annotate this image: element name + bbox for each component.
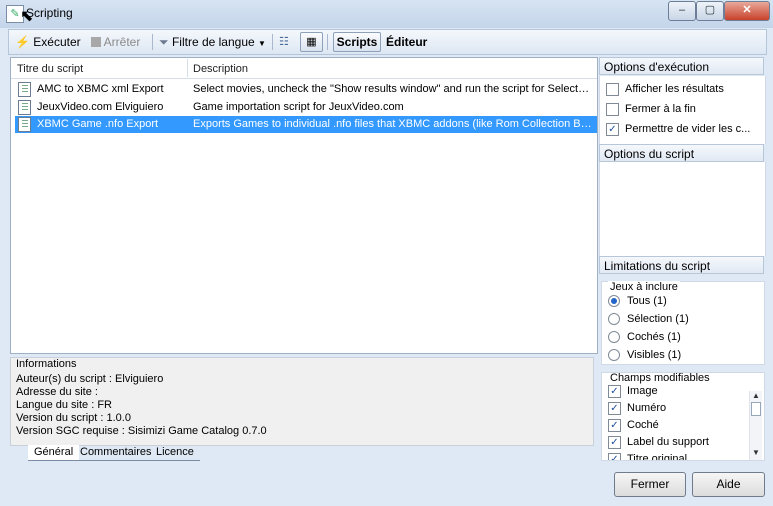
check-icon: ✓ — [608, 402, 621, 415]
script-description: Exports Games to individual .nfo files t… — [193, 118, 593, 130]
script-title: XBMC Game .nfo Export — [37, 118, 159, 130]
script-title: AMC to XBMC xml Export — [37, 83, 164, 95]
lightning-icon: ⚡ — [15, 35, 30, 49]
stop-label: Arrêter — [103, 35, 141, 49]
mouse-cursor-icon: ⬉ — [20, 8, 34, 25]
radio-button — [608, 349, 620, 361]
exec-options-header[interactable]: Options d'exécution — [599, 57, 764, 75]
script-title: JeuxVideo.com Elviguiero — [37, 101, 164, 113]
info-author: Auteur(s) du script : Elviguiero — [16, 373, 164, 385]
table-row[interactable]: JeuxVideo.com Elviguiero Game importatio… — [15, 99, 597, 116]
script-options-panel — [599, 162, 766, 256]
script-file-icon — [18, 100, 31, 115]
field-label: Image — [627, 385, 658, 397]
info-version: Version du script : 1.0.0 — [16, 412, 131, 424]
info-sgc-version: Version SGC requise : Sisimizi Game Cata… — [16, 425, 267, 437]
radio-label: Cochés (1) — [627, 331, 681, 343]
column-header-title[interactable]: Titre du script — [11, 58, 187, 78]
language-filter-dropdown[interactable]: ⏷ Filtre de langue ▼ — [159, 34, 266, 50]
script-description: Game importation script for JeuxVideo.co… — [193, 101, 404, 113]
info-panel: Informations Auteur(s) du script : Elvig… — [10, 357, 594, 446]
info-language: Langue du site : FR — [16, 399, 113, 411]
tab-scripts[interactable]: Scripts — [333, 32, 381, 52]
script-options-header[interactable]: Options du script — [599, 144, 764, 162]
check-icon: ✓ — [608, 419, 621, 432]
check-icon: ✓ — [608, 385, 621, 398]
toolbar-separator — [152, 34, 153, 50]
script-list[interactable]: Titre du script Description AMC to XBMC … — [10, 57, 598, 354]
tab-license[interactable]: Licence — [150, 445, 200, 461]
scroll-down-icon[interactable]: ▼ — [750, 448, 762, 458]
radio-label: Visibles (1) — [627, 349, 682, 361]
scrollbar-thumb[interactable] — [751, 402, 761, 416]
tab-editor[interactable]: Éditeur — [386, 34, 427, 50]
toolbar-separator — [272, 34, 273, 50]
checkbox-box — [606, 83, 619, 96]
field-label: Coché — [627, 419, 659, 431]
check-icon: ✓ — [606, 123, 619, 136]
tab-general[interactable]: Général — [28, 445, 80, 461]
checkbox-box — [606, 103, 619, 116]
close-button[interactable]: Fermer — [614, 472, 686, 497]
check-icon: ✓ — [608, 436, 621, 449]
minimize-button[interactable]: – — [668, 1, 696, 21]
field-label: Titre original — [627, 453, 688, 461]
details-view-icon[interactable]: ▦ — [300, 32, 323, 52]
toolbar-separator — [327, 34, 328, 50]
filter-icon: ⏷ — [159, 35, 169, 49]
table-row[interactable]: XBMC Game .nfo Export Exports Games to i… — [15, 116, 597, 133]
group-title: Jeux à inclure — [608, 281, 680, 293]
games-to-include-group: Jeux à inclure Tous (1) Sélection (1) Co… — [601, 281, 765, 365]
info-site: Adresse du site : — [16, 386, 98, 398]
toolbar: ⚡ Exécuter Arrêter ⏷ Filtre de langue ▼ … — [8, 29, 767, 55]
script-description: Select movies, uncheck the "Show results… — [193, 83, 593, 95]
checkbox-label: Fermer à la fin — [625, 103, 696, 115]
fields-scrollbar[interactable]: ▲ ▼ — [749, 391, 762, 460]
close-window-button[interactable]: ✕ — [724, 1, 770, 21]
title-bar — [0, 0, 773, 28]
info-heading: Informations — [16, 358, 77, 370]
scroll-up-icon[interactable]: ▲ — [750, 391, 762, 401]
stop-icon — [91, 37, 101, 47]
script-file-icon — [18, 82, 31, 97]
exec-options-panel: Afficher les résultats Fermer à la fin ✓… — [599, 76, 766, 144]
table-row[interactable]: AMC to XBMC xml Export Select movies, un… — [15, 81, 597, 98]
editable-fields-group: Champs modifiables ✓ Image ✓ Numéro ✓ Co… — [601, 372, 765, 461]
language-filter-label: Filtre de langue — [171, 35, 255, 49]
maximize-button[interactable]: ▢ — [696, 1, 724, 21]
help-button[interactable]: Aide — [692, 472, 765, 497]
list-header: Titre du script Description — [11, 58, 597, 79]
check-icon: ✓ — [608, 453, 621, 460]
field-label: Label du support — [627, 436, 709, 448]
list-view-icon[interactable]: ☷ — [279, 34, 289, 50]
checkbox-label: Permettre de vider les c... — [625, 123, 751, 135]
script-limits-header[interactable]: Limitations du script — [599, 256, 764, 274]
script-file-icon — [18, 117, 31, 132]
run-button[interactable]: ⚡ Exécuter — [15, 34, 81, 50]
radio-button — [608, 313, 620, 325]
checkbox-label: Afficher les résultats — [625, 83, 724, 95]
run-label: Exécuter — [33, 35, 81, 49]
group-title: Champs modifiables — [608, 372, 712, 384]
tab-comments[interactable]: Commentaires — [74, 445, 158, 461]
radio-label: Sélection (1) — [627, 313, 689, 325]
radio-label: Tous (1) — [627, 295, 667, 307]
field-label: Numéro — [627, 402, 667, 414]
column-header-description[interactable]: Description — [187, 58, 597, 78]
radio-button — [608, 295, 620, 307]
radio-button — [608, 331, 620, 343]
chevron-down-icon: ▼ — [258, 39, 266, 48]
stop-button[interactable]: Arrêter — [91, 34, 140, 50]
